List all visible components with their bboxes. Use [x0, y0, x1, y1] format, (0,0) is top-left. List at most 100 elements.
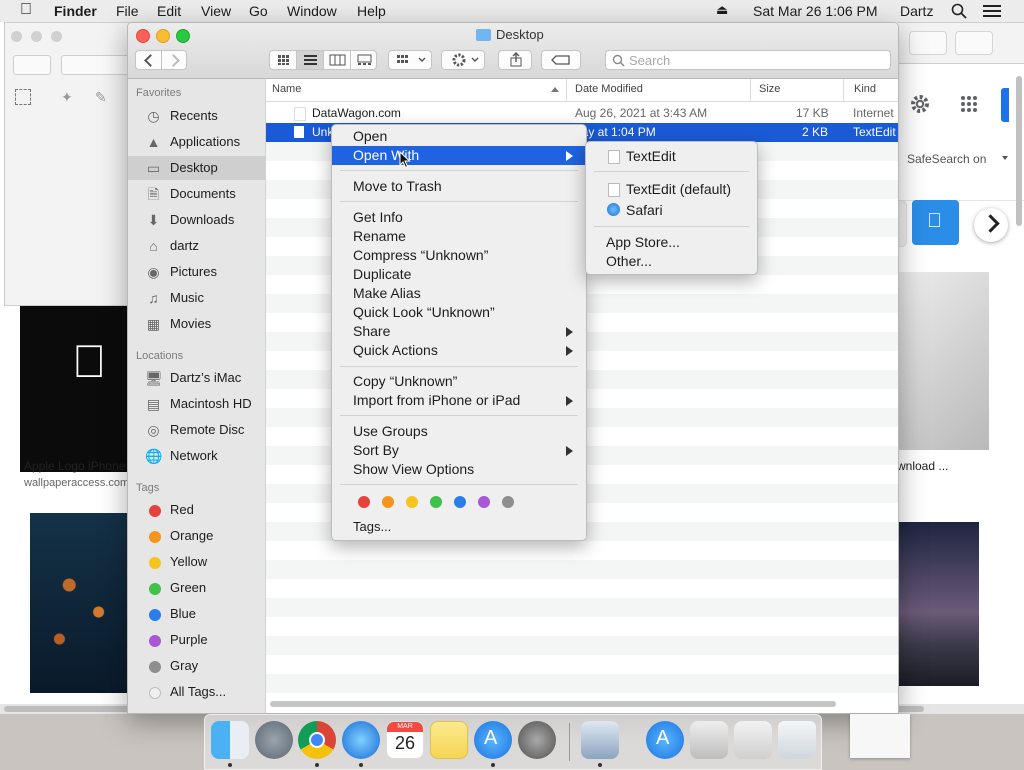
menu-item-tags[interactable]: Tags... — [332, 517, 586, 536]
sidebar-item-documents[interactable]: 🗎 Documents — [128, 182, 265, 206]
control-center-icon[interactable] — [983, 4, 1001, 18]
group-by-button[interactable] — [388, 50, 432, 70]
menu-item-duplicate[interactable]: Duplicate — [332, 265, 586, 284]
sidebar-tag-purple[interactable]: Purple — [128, 628, 265, 652]
menu-file[interactable]: File — [116, 3, 139, 19]
submenu-item-other[interactable]: Other... — [586, 251, 757, 271]
tag-button[interactable] — [541, 50, 581, 70]
icon-view-button[interactable] — [270, 51, 297, 69]
dock-documents-stack-icon[interactable] — [690, 721, 728, 759]
dock-system-preferences-icon[interactable] — [518, 721, 556, 759]
sidebar-item-pictures[interactable]: ◉ Pictures — [128, 260, 265, 284]
column-header-name[interactable]: Name — [266, 79, 566, 102]
dock-preview-icon[interactable] — [581, 721, 619, 759]
sidebar-item-downloads[interactable]: ⬇ Downloads — [128, 208, 265, 232]
menu-edit[interactable]: Edit — [157, 3, 181, 19]
spotlight-icon[interactable] — [951, 3, 967, 19]
dock-chrome-icon[interactable] — [298, 721, 336, 759]
minimize-button[interactable] — [156, 29, 170, 43]
sidebar-item-macintosh-hd[interactable]: ▤ Macintosh HD — [128, 392, 265, 416]
tag-color-dot[interactable] — [382, 496, 394, 508]
sidebar-item-music[interactable]: ♫ Music — [128, 286, 265, 310]
menu-item-open[interactable]: Open — [332, 127, 586, 146]
tag-color-dot[interactable] — [478, 496, 490, 508]
file-date: day at 1:04 PM — [575, 125, 656, 139]
menu-item-make-alias[interactable]: Make Alias — [332, 284, 586, 303]
menu-item-get-info[interactable]: Get Info — [332, 208, 586, 227]
menu-clock[interactable]: Sat Mar 26 1:06 PM — [753, 3, 878, 19]
column-header-date[interactable]: Date Modified — [566, 79, 751, 102]
sidebar-tag-green[interactable]: Green — [128, 576, 265, 600]
search-field[interactable]: Search — [605, 50, 891, 70]
sidebar-tag-gray[interactable]: Gray — [128, 654, 265, 678]
column-header-kind[interactable]: Kind — [843, 79, 898, 102]
column-header-size[interactable]: Size — [750, 79, 844, 102]
dock-safari-icon[interactable] — [342, 721, 380, 759]
sidebar-item-network[interactable]: 🌐 Network — [128, 444, 265, 468]
eject-icon[interactable]: ⏏ — [716, 2, 728, 18]
menu-item-quick-look[interactable]: Quick Look “Unknown” — [332, 303, 586, 322]
menu-window[interactable]: Window — [287, 3, 337, 19]
menu-item-show-view-options[interactable]: Show View Options — [332, 460, 586, 479]
back-button[interactable] — [136, 51, 162, 69]
sidebar-tag-red[interactable]: Red — [128, 498, 265, 522]
dock-finder-icon[interactable] — [211, 721, 249, 759]
sidebar-item-label: Purple — [170, 632, 208, 647]
sidebar-tag-all[interactable]: All Tags... — [128, 680, 265, 704]
sidebar-tag-orange[interactable]: Orange — [128, 524, 265, 548]
tag-color-dot[interactable] — [454, 496, 466, 508]
sidebar-tag-blue[interactable]: Blue — [128, 602, 265, 626]
sidebar-item-desktop[interactable]: ▭ Desktop — [128, 156, 265, 180]
tag-color-dot[interactable] — [502, 496, 514, 508]
menu-item-share[interactable]: Share — [332, 322, 586, 341]
column-view-button[interactable] — [324, 51, 351, 69]
tag-color-dot[interactable] — [406, 496, 418, 508]
menu-item-open-with[interactable]: Open With — [332, 146, 586, 165]
sidebar-tag-yellow[interactable]: Yellow — [128, 550, 265, 574]
menu-go[interactable]: Go — [249, 3, 268, 19]
sidebar-item-imac[interactable]: 🖥 Dartz’s iMac — [128, 366, 265, 390]
submenu-item-textedit[interactable]: TextEdit — [586, 146, 757, 166]
submenu-item-app-store[interactable]: App Store... — [586, 232, 757, 252]
menu-item-quick-actions[interactable]: Quick Actions — [332, 341, 586, 360]
apple-menu-icon[interactable]:  — [20, 1, 32, 19]
sidebar-item-recents[interactable]: ◷ Recents — [128, 104, 265, 128]
dock-app-store-icon[interactable]: A — [474, 721, 512, 759]
list-horizontal-scrollbar[interactable] — [270, 701, 836, 707]
sidebar-item-applications[interactable]: ▲ Applications — [128, 130, 265, 154]
menu-item-move-to-trash[interactable]: Move to Trash — [332, 177, 586, 196]
action-gear-button[interactable] — [441, 50, 485, 70]
menu-item-import[interactable]: Import from iPhone or iPad — [332, 391, 586, 410]
dock-app-store-folder-icon[interactable]: A — [646, 721, 684, 759]
sidebar-item-remote-disc[interactable]: ◎ Remote Disc — [128, 418, 265, 442]
submenu-item-textedit-default[interactable]: TextEdit (default) — [586, 179, 757, 199]
dock-trash-icon[interactable] — [778, 721, 816, 759]
menu-view[interactable]: View — [201, 3, 231, 19]
gallery-view-button[interactable] — [351, 51, 378, 69]
tag-color-dot[interactable] — [430, 496, 442, 508]
tag-color-dot[interactable] — [358, 496, 370, 508]
close-button[interactable] — [136, 29, 150, 43]
sidebar-item-movies[interactable]: ▦ Movies — [128, 312, 265, 336]
submenu-item-safari[interactable]: Safari — [586, 200, 757, 220]
dock-notes-icon[interactable] — [430, 721, 468, 759]
menu-help[interactable]: Help — [357, 3, 386, 19]
tag-gray-dot — [149, 661, 161, 673]
menu-app-name[interactable]: Finder — [54, 3, 97, 19]
share-button[interactable] — [498, 50, 532, 70]
menu-item-copy[interactable]: Copy “Unknown” — [332, 372, 586, 391]
sidebar-item-home[interactable]: ⌂ dartz — [128, 234, 265, 258]
list-view-button[interactable] — [297, 51, 324, 69]
menu-item-compress[interactable]: Compress “Unknown” — [332, 246, 586, 265]
dock-downloads-stack-icon[interactable] — [734, 721, 772, 759]
forward-button[interactable] — [162, 51, 188, 69]
menu-item-sort-by[interactable]: Sort By — [332, 441, 586, 460]
dock-launchpad-icon[interactable] — [255, 721, 293, 759]
zoom-button[interactable] — [176, 29, 190, 43]
menu-user[interactable]: Dartz — [900, 3, 933, 19]
file-row-datawagon[interactable]: DataWagon.com Aug 26, 2021 at 3:43 AM 17… — [266, 104, 898, 123]
menu-item-rename[interactable]: Rename — [332, 227, 586, 246]
menu-item-use-groups[interactable]: Use Groups — [332, 422, 586, 441]
dock-calendar-icon[interactable]: MAR 26 — [386, 721, 424, 759]
document-icon: 🗎 — [147, 186, 160, 202]
